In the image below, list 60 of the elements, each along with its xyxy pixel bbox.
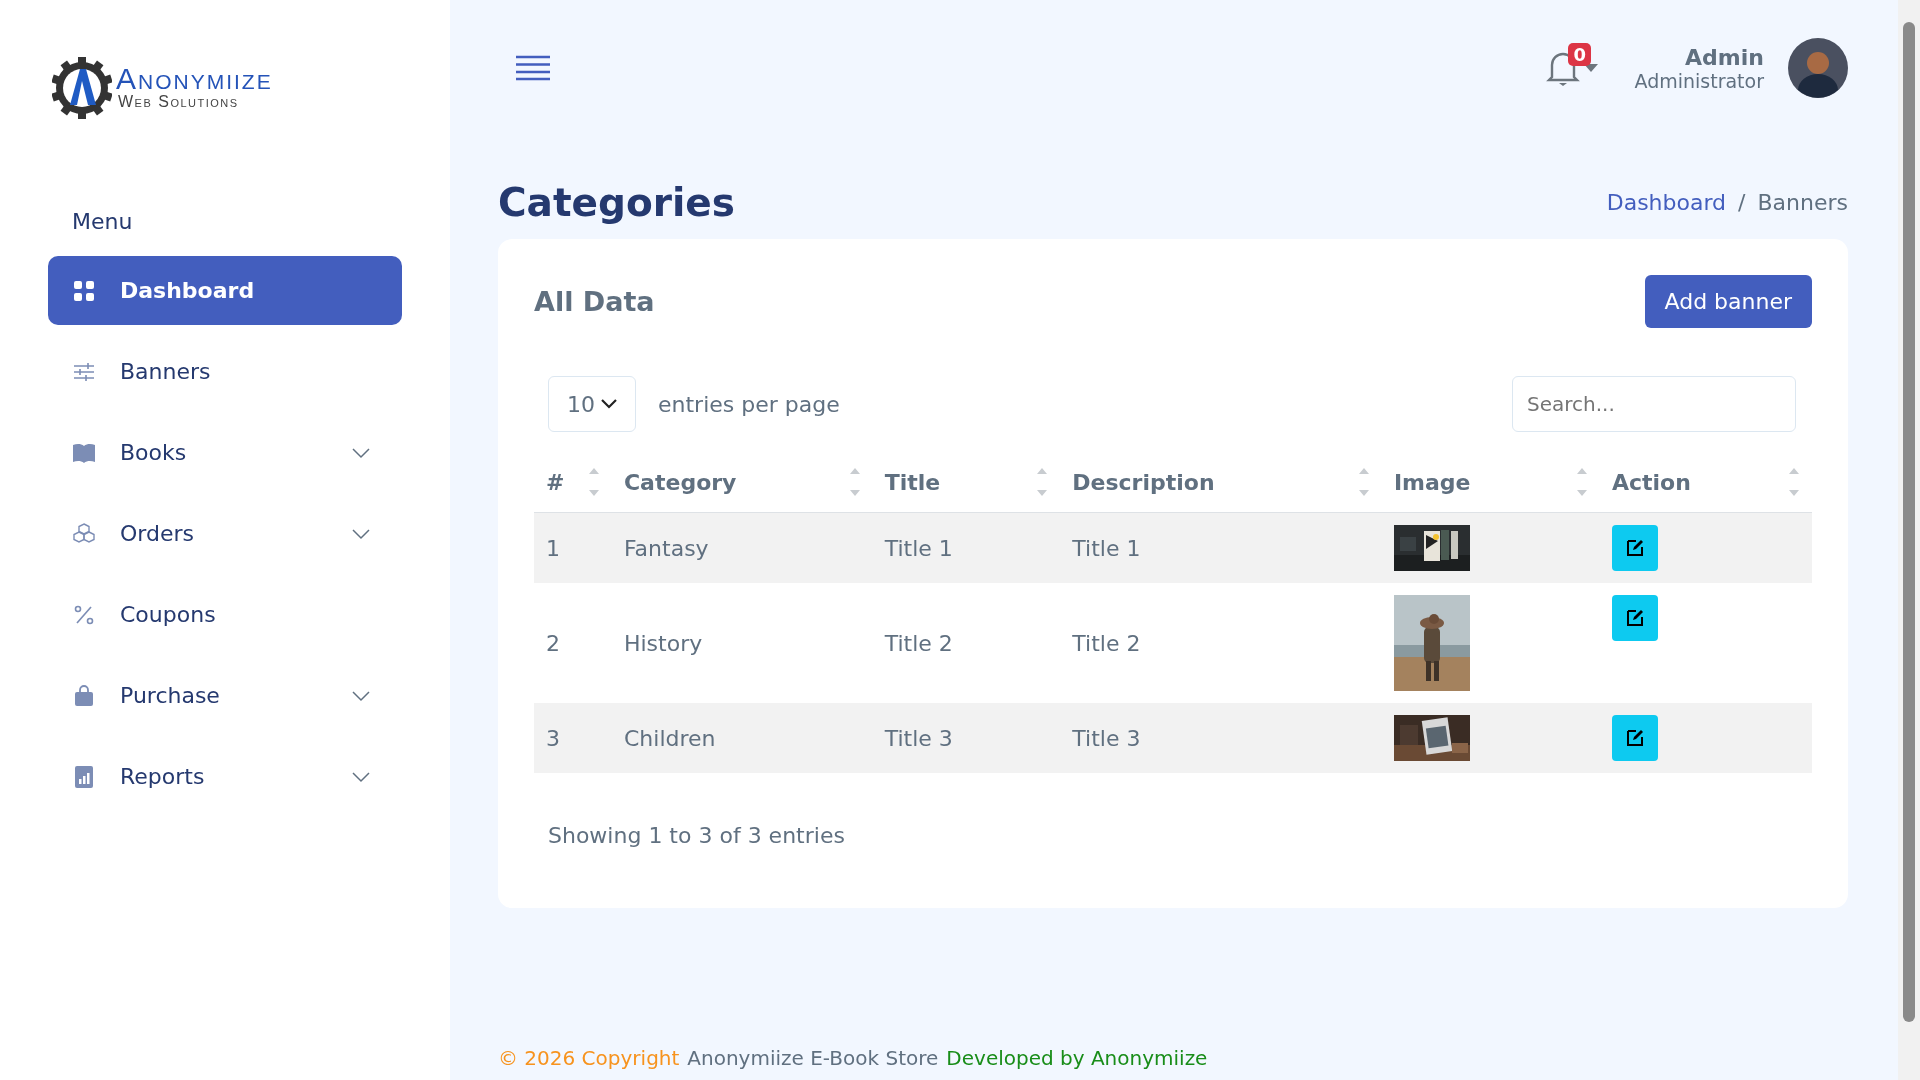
edit-button[interactable] bbox=[1611, 525, 1658, 571]
column-header[interactable]: Category bbox=[623, 469, 737, 495]
edit-icon[interactable] bbox=[1624, 608, 1645, 628]
edit-icon[interactable] bbox=[1624, 728, 1645, 748]
column-header[interactable]: Title bbox=[884, 469, 941, 495]
table-cell: Title 3 bbox=[1072, 725, 1141, 751]
breadcrumb-separator: / bbox=[1738, 190, 1746, 215]
logo-tagline: Web Solutions bbox=[118, 94, 240, 110]
table-cell: Children bbox=[623, 725, 716, 751]
menu-icon[interactable] bbox=[516, 55, 550, 81]
table-cell: Title 1 bbox=[1072, 535, 1141, 561]
sidebar-item[interactable]: Reports bbox=[48, 742, 402, 811]
store-name: Anonymiize E-Book Store bbox=[687, 1046, 939, 1070]
edit-button[interactable] bbox=[1611, 715, 1658, 761]
table-cell: 2 bbox=[546, 630, 560, 656]
notification-count: 0 bbox=[1568, 43, 1591, 66]
menu-item-icon bbox=[72, 521, 96, 546]
edit-icon[interactable] bbox=[1624, 538, 1645, 558]
column-header[interactable]: # bbox=[546, 469, 565, 495]
user-role: Administrator bbox=[1634, 69, 1764, 92]
sidebar-item[interactable]: Orders bbox=[48, 499, 402, 568]
copyright-text: © 2026 Copyright bbox=[498, 1046, 680, 1070]
card-title: All Data bbox=[534, 286, 655, 317]
table-cell: History bbox=[623, 630, 703, 656]
page-size-select[interactable]: 10 bbox=[548, 376, 636, 432]
table-cell: 1 bbox=[546, 535, 560, 561]
logo-name: Anonymiize bbox=[116, 64, 273, 94]
user-name: Admin bbox=[1685, 44, 1764, 70]
table-cell: Title 2 bbox=[884, 630, 953, 656]
chevron-down-icon[interactable] bbox=[601, 399, 617, 409]
menu-item-icon bbox=[72, 764, 96, 789]
caret-icon[interactable] bbox=[1584, 64, 1599, 72]
add-banner-button[interactable]: Add banner bbox=[1644, 275, 1812, 328]
menu-item-icon bbox=[72, 683, 96, 708]
breadcrumb-item: Banners bbox=[1757, 190, 1848, 215]
sidebar-item[interactable]: Dashboard bbox=[48, 256, 402, 325]
menu-item-icon bbox=[72, 278, 96, 303]
sidebar-item[interactable]: Banners bbox=[48, 337, 402, 406]
sidebar-item[interactable]: Books bbox=[48, 418, 402, 487]
sidebar-item[interactable]: Purchase bbox=[48, 661, 402, 730]
column-header[interactable]: Action bbox=[1611, 469, 1691, 495]
page-title: Categories bbox=[498, 180, 735, 225]
column-header[interactable]: Description bbox=[1072, 469, 1215, 495]
menu-heading: Menu bbox=[72, 209, 134, 234]
sidebar-item[interactable]: Coupons bbox=[48, 580, 402, 649]
scrollbar[interactable] bbox=[1898, 0, 1920, 1080]
gear-logo-icon bbox=[52, 55, 112, 119]
entries-label: entries per page bbox=[658, 391, 840, 417]
table-cell: Title 3 bbox=[884, 725, 953, 751]
avatar-icon[interactable] bbox=[1788, 38, 1848, 98]
breadcrumb-item[interactable]: Dashboard bbox=[1606, 190, 1727, 215]
table-cell: 3 bbox=[546, 725, 560, 751]
edit-button[interactable] bbox=[1611, 595, 1658, 641]
table-cell: Fantasy bbox=[623, 535, 709, 561]
table-cell: Title 1 bbox=[884, 535, 953, 561]
credit-link[interactable]: Developed by Anonymiize bbox=[946, 1046, 1208, 1070]
column-header[interactable]: Image bbox=[1393, 469, 1471, 495]
entries-info: Showing 1 to 3 of 3 entries bbox=[548, 823, 846, 848]
table-cell: Title 2 bbox=[1072, 630, 1141, 656]
search-field[interactable]: Search... bbox=[1512, 376, 1796, 432]
